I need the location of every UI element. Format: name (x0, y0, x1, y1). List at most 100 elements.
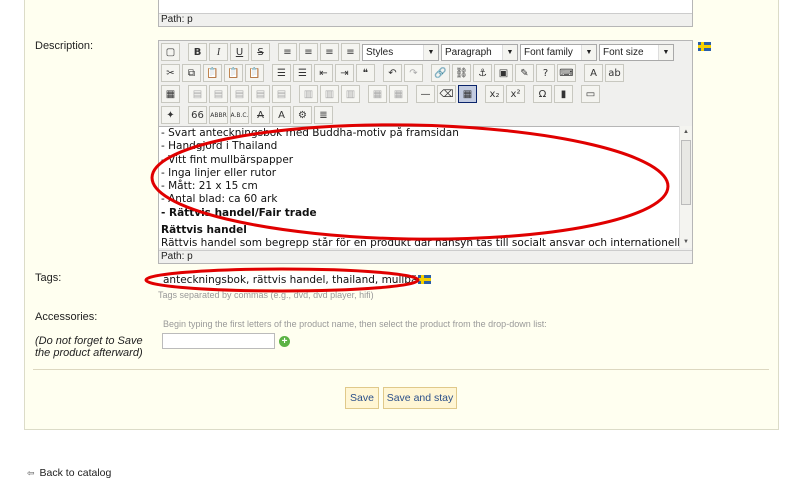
underline-button[interactable]: U (230, 43, 249, 61)
fullscreen-icon[interactable]: ▭ (581, 85, 600, 103)
swedish-flag-icon[interactable] (698, 42, 711, 51)
bold-button[interactable]: B (188, 43, 207, 61)
align-center-icon[interactable]: ≡ (299, 43, 318, 61)
remove-format-icon[interactable]: ⌫ (437, 85, 456, 103)
insert-col-before-icon[interactable]: ▥ (299, 85, 318, 103)
style-props-icon[interactable]: ✦ (161, 106, 180, 124)
align-left-icon[interactable]: ≡ (278, 43, 297, 61)
tags-label: Tags: (35, 272, 62, 284)
paste-word-icon[interactable]: 📋 (245, 64, 264, 82)
link-icon[interactable]: 🔗 (431, 64, 450, 82)
font-family-select[interactable]: Font family ▼ (520, 43, 597, 61)
editor-scrollbar[interactable]: ▲ ▼ (679, 126, 692, 248)
insert-text-icon[interactable]: A (272, 106, 291, 124)
undo-icon[interactable]: ↶ (383, 64, 402, 82)
editor-content-area[interactable]: - Svart anteckningsbok med Buddha-motiv … (159, 126, 679, 248)
styles-select[interactable]: Styles ▼ (362, 43, 439, 61)
tags-hint: Tags separated by commas (e.g., dvd, dvd… (158, 290, 374, 300)
attributes-icon[interactable]: ⚙ (293, 106, 312, 124)
content-line: - Antal blad: ca 60 ark (161, 193, 278, 206)
help-icon[interactable]: ? (536, 64, 555, 82)
font-family-select-value: Font family (524, 46, 573, 58)
new-document-icon[interactable]: ▢ (161, 43, 180, 61)
content-line: - Mått: 21 x 15 cm (161, 180, 258, 193)
subscript-icon[interactable]: x₂ (485, 85, 504, 103)
cut-icon[interactable]: ✂ (161, 64, 180, 82)
short-description-editor[interactable]: Path: p (158, 0, 693, 27)
horizontal-rule-icon[interactable]: — (416, 85, 435, 103)
superscript-icon[interactable]: x² (506, 85, 525, 103)
strikethrough-button[interactable]: S (251, 43, 270, 61)
row-props-icon[interactable]: ▤ (188, 85, 207, 103)
paste-text-icon[interactable]: 📋 (224, 64, 243, 82)
insert-row-after-icon[interactable]: ▤ (251, 85, 270, 103)
code-icon[interactable]: ⌨ (557, 64, 576, 82)
text-color-icon[interactable]: A (584, 64, 603, 82)
scroll-down-icon[interactable]: ▼ (680, 236, 692, 248)
acronym-icon[interactable]: A.B.C. (230, 106, 249, 124)
format-select-value: Paragraph (445, 46, 492, 58)
scroll-up-icon[interactable]: ▲ (680, 126, 692, 138)
delete-row-icon[interactable]: ▤ (272, 85, 291, 103)
copy-icon[interactable]: ⧉ (182, 64, 201, 82)
editor-toolbar-row-1: ▢ B I U S ≡ ≡ ≡ ≡ Styles ▼ Paragraph ▼ Font family ▼ Fo… (161, 42, 674, 62)
content-line: - Vitt fint mullbärspapper (161, 153, 294, 166)
table-icon[interactable]: ▦ (161, 85, 180, 103)
cell-props-icon[interactable]: ▤ (209, 85, 228, 103)
delete-text-icon[interactable]: A (251, 106, 270, 124)
accessory-search-input[interactable] (162, 333, 275, 349)
content-bold-line: - Rättvis handel/Fair trade (161, 206, 317, 219)
anchor-icon[interactable]: ⚓ (473, 64, 492, 82)
outdent-icon[interactable]: ⇤ (314, 64, 333, 82)
description-label: Description: (35, 40, 94, 52)
merge-cells-icon[interactable]: ▦ (389, 85, 408, 103)
non-breaking-icon[interactable]: ≣ (314, 106, 333, 124)
chevron-down-icon: ▼ (423, 44, 438, 60)
abbr-icon[interactable]: ABBR (209, 106, 228, 124)
cleanup-icon[interactable]: ✎ (515, 64, 534, 82)
editor-path: Path: p (159, 250, 692, 263)
content-line: - Svart anteckningsbok med Buddha-motiv … (161, 127, 459, 139)
font-size-select[interactable]: Font size ▼ (599, 43, 674, 61)
align-justify-icon[interactable]: ≡ (341, 43, 360, 61)
back-to-catalog-link[interactable]: ⇦ Back to catalog (27, 467, 111, 479)
format-select[interactable]: Paragraph ▼ (441, 43, 518, 61)
unlink-icon[interactable]: ⛓ (452, 64, 471, 82)
image-icon[interactable]: ▣ (494, 64, 513, 82)
paste-icon[interactable]: 📋 (203, 64, 222, 82)
chevron-down-icon: ▼ (581, 44, 596, 60)
swedish-flag-icon[interactable] (418, 275, 431, 284)
accessories-hint: Begin typing the first letters of the pr… (163, 319, 547, 329)
description-editor[interactable]: ▢ B I U S ≡ ≡ ≡ ≡ Styles ▼ Paragraph ▼ Font family ▼ Fo… (158, 40, 693, 264)
add-accessory-icon[interactable]: + (279, 336, 290, 347)
editor-toolbar-row-2: ✂ ⧉ 📋 📋 📋 ☰ ☰ ⇤ ⇥ ❝ ↶ ↷ 🔗 ⛓ ⚓ ▣ ✎? ⌨ Aab (161, 63, 624, 83)
save-and-stay-button[interactable]: Save and stay (383, 387, 457, 409)
bullet-list-icon[interactable]: ☰ (272, 64, 291, 82)
cite-icon[interactable]: 66 (188, 106, 207, 124)
tags-input[interactable]: anteckningsbok, rättvis handel, thailand… (158, 272, 416, 288)
media-icon[interactable]: ▮ (554, 85, 573, 103)
editor-toolbar-row-3: ▦ ▤ ▤ ▤ ▤ ▤ ▥ ▥ ▥ ▦ ▦ — ⌫ ▦ x₂ x² Ω ▮ ▭ (161, 84, 600, 104)
insert-col-after-icon[interactable]: ▥ (320, 85, 339, 103)
special-char-icon[interactable]: Ω (533, 85, 552, 103)
split-cells-icon[interactable]: ▦ (368, 85, 387, 103)
insert-row-before-icon[interactable]: ▤ (230, 85, 249, 103)
back-to-catalog-label: Back to catalog (39, 467, 112, 479)
numbered-list-icon[interactable]: ☰ (293, 64, 312, 82)
chevron-down-icon: ▼ (502, 44, 517, 60)
save-button[interactable]: Save (345, 387, 379, 409)
redo-icon[interactable]: ↷ (404, 64, 423, 82)
editor-toolbar-row-4: ✦ 66 ABBR A.B.C. A A ⚙ ≣ (161, 105, 333, 125)
blockquote-icon[interactable]: ❝ (356, 64, 375, 82)
background-color-icon[interactable]: ab (605, 64, 624, 82)
scroll-thumb[interactable] (681, 140, 691, 205)
content-paragraph: Rättvis handel som begrepp står för en p… (161, 237, 679, 248)
chevron-down-icon: ▼ (658, 44, 673, 60)
indent-icon[interactable]: ⇥ (335, 64, 354, 82)
delete-col-icon[interactable]: ▥ (341, 85, 360, 103)
content-line: - Inga linjer eller rutor (161, 166, 277, 179)
align-right-icon[interactable]: ≡ (320, 43, 339, 61)
visual-aid-icon[interactable]: ▦ (458, 85, 477, 103)
italic-button[interactable]: I (209, 43, 228, 61)
form-divider (33, 369, 769, 370)
